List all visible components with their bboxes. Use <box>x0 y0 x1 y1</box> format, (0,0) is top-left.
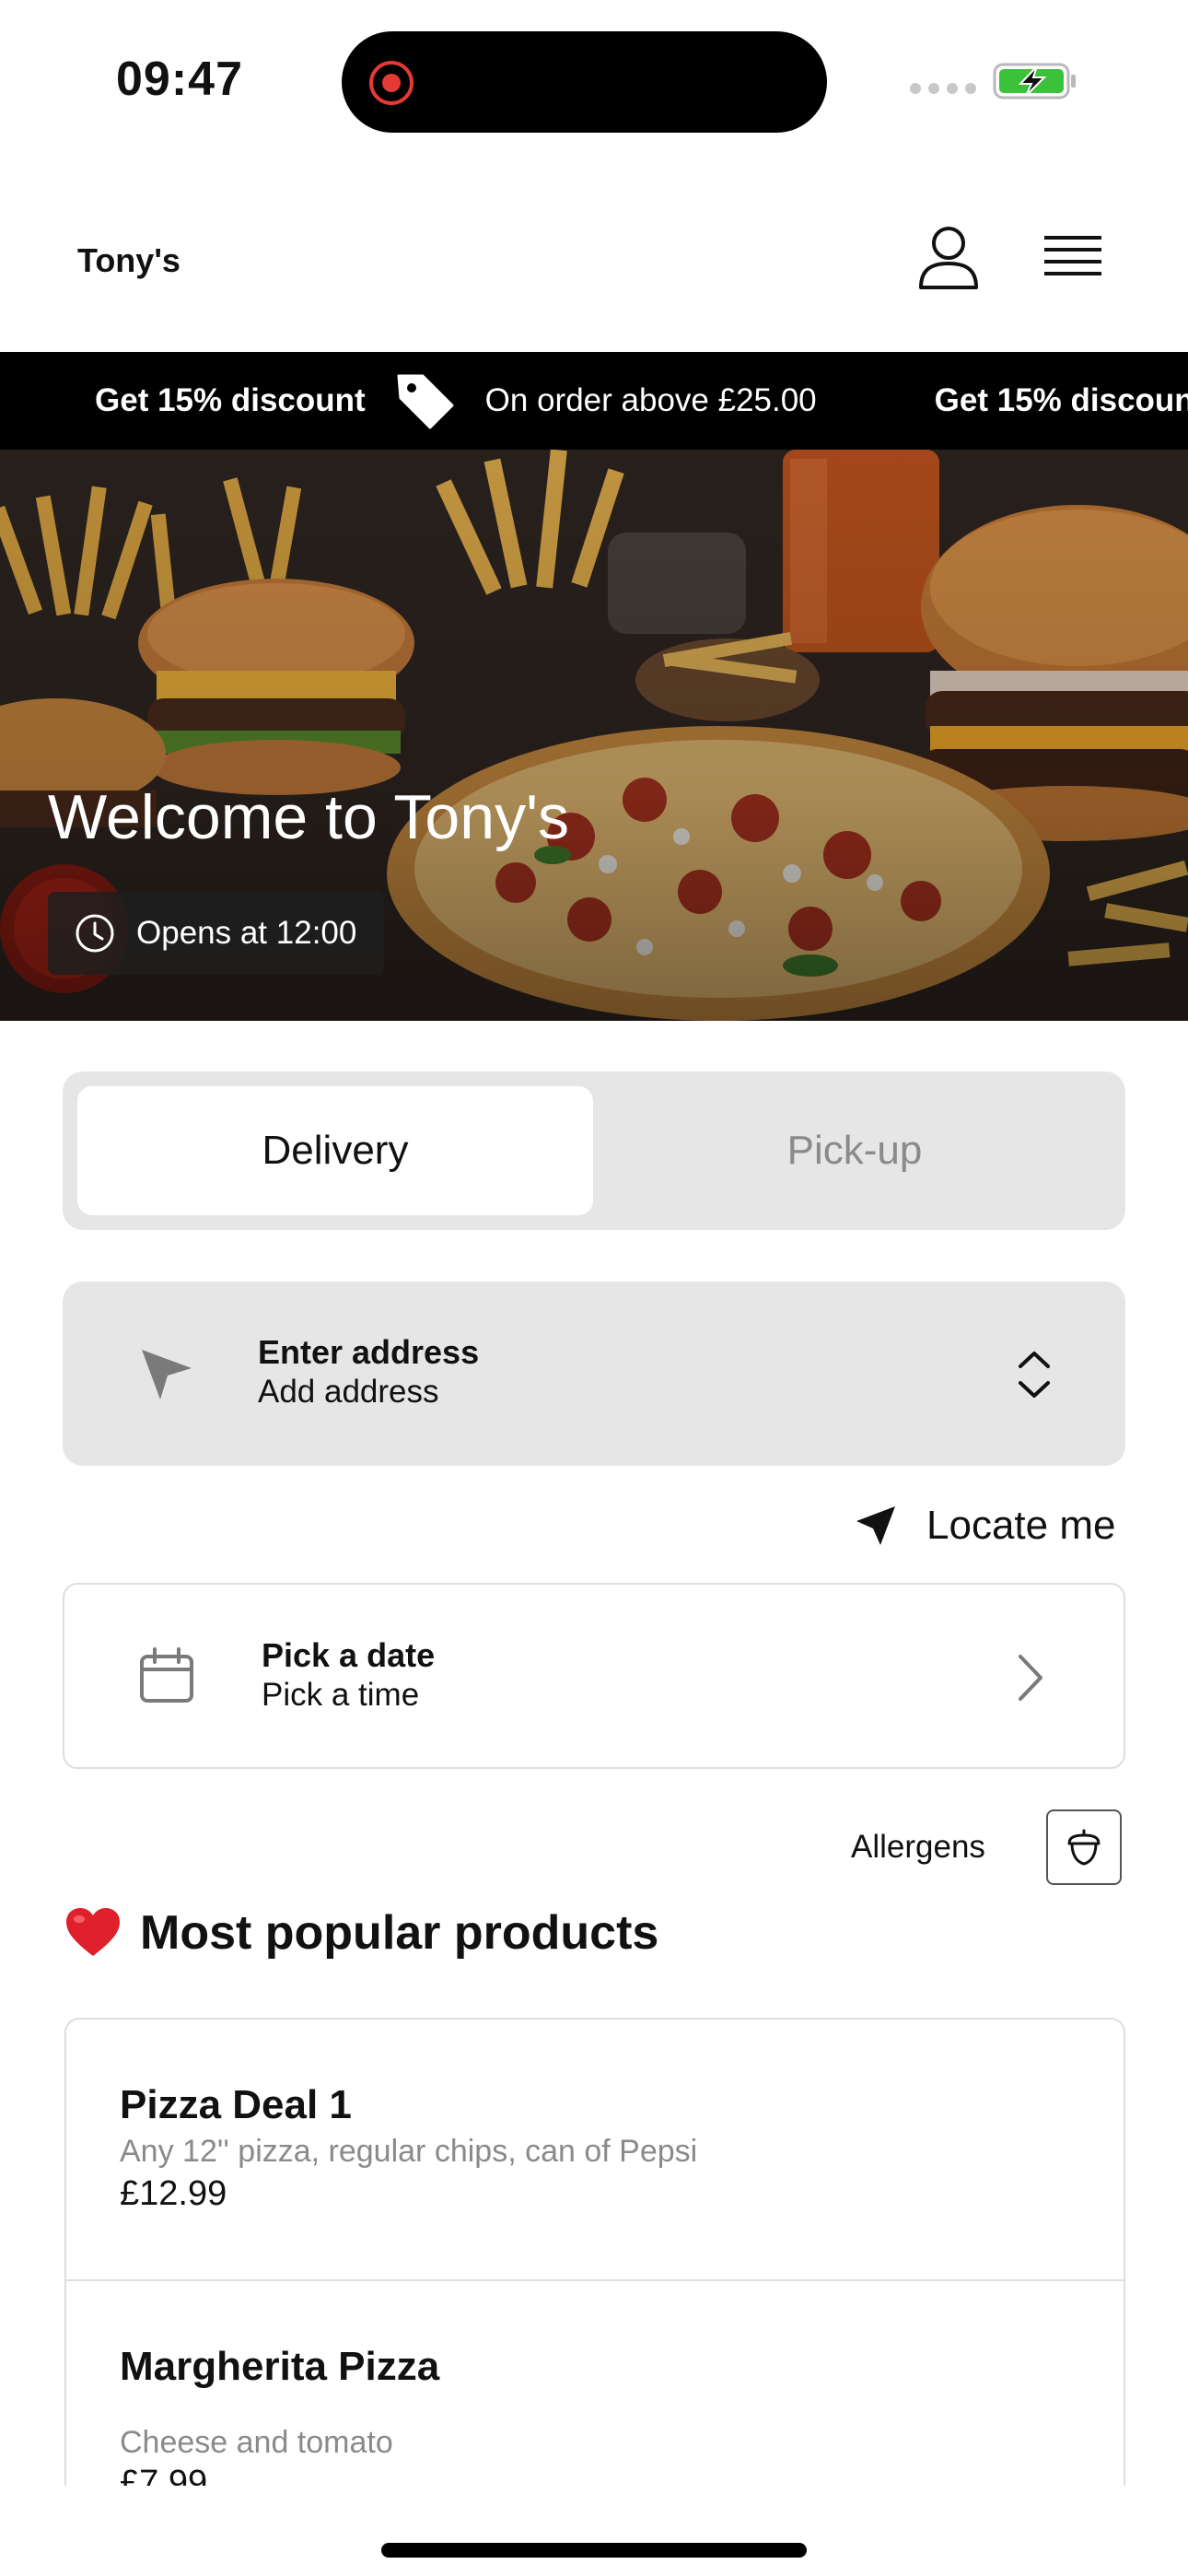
app-header: Tony's <box>0 184 1188 350</box>
product-name: Margherita Pizza <box>120 2344 440 2389</box>
tag-icon <box>397 374 454 429</box>
opening-hours-badge: Opens at 12:00 <box>48 892 385 975</box>
product-description: Any 12'' pizza, regular chips, can of Pe… <box>120 2134 698 2169</box>
section-title: Most popular products <box>64 1905 658 1961</box>
battery-icon <box>993 63 1076 100</box>
product-description: Cheese and tomato <box>120 2425 393 2460</box>
address-selector[interactable]: Enter address Add address <box>63 1282 1125 1466</box>
chevron-right-icon <box>1019 1655 1042 1701</box>
schedule-title: Pick a date <box>262 1636 436 1674</box>
status-bar: 09:47 <box>0 0 1188 157</box>
status-time: 09:47 <box>116 53 243 106</box>
app-screen: 09:47 Tony's Get 15% discount On order a… <box>0 0 1188 2576</box>
dynamic-island <box>342 31 827 133</box>
calendar-icon <box>140 1647 193 1703</box>
hero-banner: Welcome to Tony's Opens at 12:00 <box>0 450 1188 1021</box>
address-title: Enter address <box>258 1333 480 1371</box>
promo-banner: Get 15% discount On order above £25.00 G… <box>0 352 1188 450</box>
schedule-subtitle: Pick a time <box>262 1677 420 1713</box>
tab-pickup[interactable]: Pick-up <box>597 1086 1112 1215</box>
brand-name: Tony's <box>77 241 181 279</box>
tab-delivery[interactable]: Delivery <box>77 1086 593 1215</box>
promo-headline: Get 15% discount <box>95 382 366 418</box>
home-indicator[interactable] <box>381 2543 807 2558</box>
product-item[interactable]: Pizza Deal 1 Any 12'' pizza, regular chi… <box>66 2020 1124 2279</box>
promo-detail: On order above £25.00 <box>484 382 817 418</box>
product-item[interactable]: Margherita Pizza Cheese and tomato £7.99 <box>66 2281 1124 2486</box>
product-name: Pizza Deal 1 <box>120 2082 352 2127</box>
acorn-icon <box>1067 1829 1101 1866</box>
section-title-text: Most popular products <box>140 1906 659 1960</box>
product-price: £7.99 <box>120 2464 208 2486</box>
product-price: £12.99 <box>120 2174 227 2213</box>
allergens-button[interactable] <box>1046 1809 1122 1885</box>
opening-hours-text: Opens at 12:00 <box>136 915 357 951</box>
locate-icon <box>856 1506 895 1545</box>
allergens-label: Allergens <box>851 1829 985 1865</box>
locate-me-button[interactable]: Locate me <box>853 1493 1115 1559</box>
order-mode-toggle: Delivery Pick-up <box>63 1071 1125 1230</box>
menu-icon[interactable] <box>1041 225 1105 289</box>
promo-headline-repeat: Get 15% discount <box>934 382 1188 418</box>
heart-icon <box>66 1908 120 1956</box>
hero-title: Welcome to Tony's <box>48 782 570 852</box>
record-icon <box>369 61 413 105</box>
address-subtitle: Add address <box>258 1374 439 1410</box>
product-list: Pizza Deal 1 Any 12'' pizza, regular chi… <box>64 2018 1125 2486</box>
clock-icon <box>76 914 114 953</box>
navigation-icon <box>142 1350 192 1399</box>
schedule-selector[interactable]: Pick a date Pick a time <box>63 1583 1125 1769</box>
chevron-up-down-icon <box>1019 1352 1050 1398</box>
locate-me-label: Locate me <box>926 1503 1116 1548</box>
profile-icon[interactable] <box>912 221 985 295</box>
signal-icon <box>910 83 976 94</box>
